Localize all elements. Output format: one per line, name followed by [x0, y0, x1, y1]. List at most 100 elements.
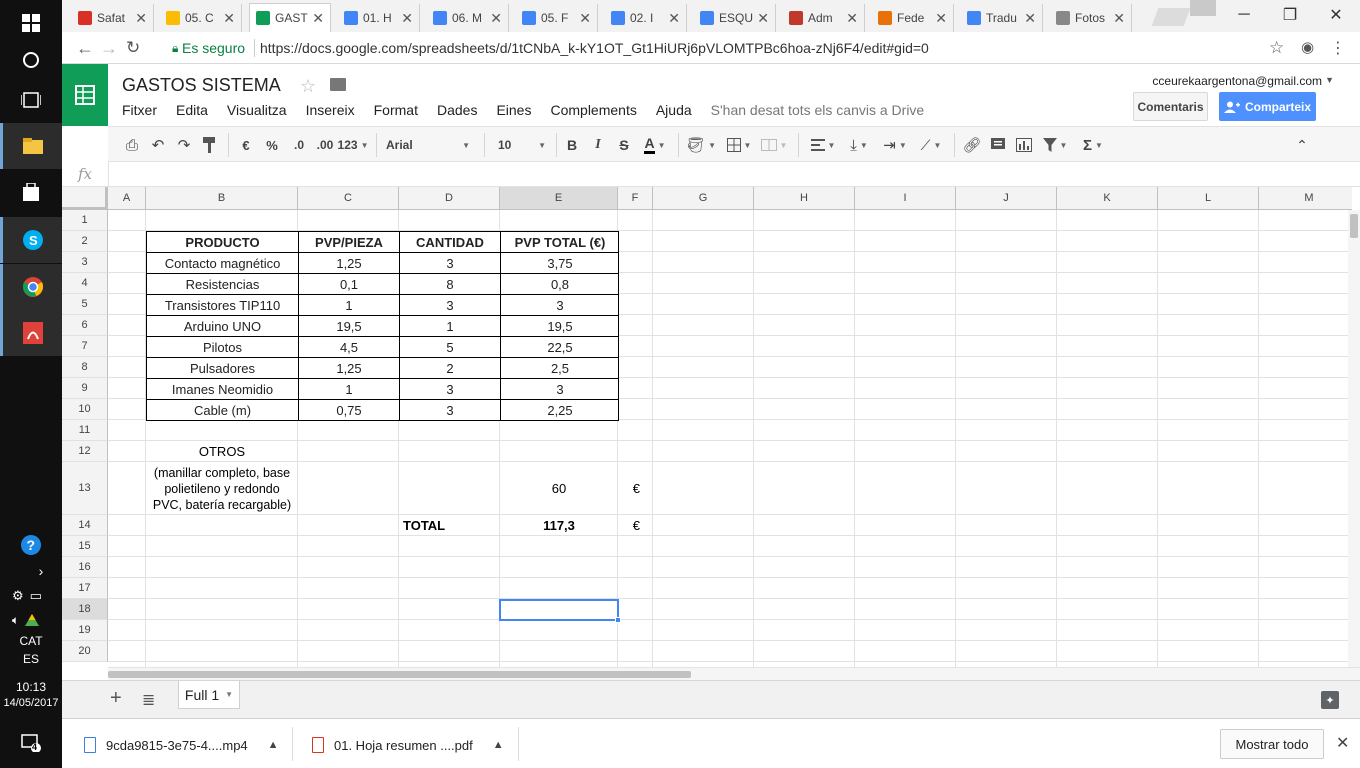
- tab-close-icon[interactable]: ✕: [935, 10, 947, 27]
- font-family-select[interactable]: Arial ▼: [386, 135, 470, 155]
- otros-description[interactable]: (manillar completo, base polietileno y r…: [146, 462, 298, 515]
- table-cell[interactable]: 2,5: [501, 358, 619, 379]
- menu-file[interactable]: Fitxer: [122, 102, 157, 120]
- star-icon[interactable]: ☆: [300, 76, 316, 97]
- column-header[interactable]: M: [1259, 187, 1352, 210]
- browser-tab[interactable]: Fotos ✕: [1050, 4, 1132, 32]
- row-header[interactable]: 18: [62, 599, 108, 620]
- omnibox[interactable]: 🔒︎ Es seguro https://docs.google.com/spr…: [170, 36, 1290, 60]
- insert-link-icon[interactable]: 🔗︎: [962, 135, 982, 155]
- row-header[interactable]: 15: [62, 536, 108, 557]
- table-cell[interactable]: 3,75: [501, 253, 619, 274]
- column-header[interactable]: G: [653, 187, 754, 210]
- tab-close-icon[interactable]: ✕: [1024, 10, 1036, 27]
- column-header[interactable]: C: [298, 187, 399, 210]
- table-cell[interactable]: 1: [299, 295, 400, 316]
- menu-data[interactable]: Dades: [437, 102, 477, 120]
- browser-tab[interactable]: GAST ✕: [249, 3, 331, 32]
- sheets-logo-icon[interactable]: [62, 64, 108, 126]
- undo-icon[interactable]: ↶: [148, 135, 168, 155]
- table-cell[interactable]: Arduino UNO: [147, 316, 299, 337]
- chevron-up-icon[interactable]: ▲: [268, 739, 279, 751]
- table-cell[interactable]: 1: [299, 379, 400, 400]
- download-item[interactable]: 9cda9815-3e75-4....mp4 ▲: [84, 733, 279, 757]
- menu-help[interactable]: Ajuda: [656, 102, 692, 120]
- explore-icon[interactable]: ✦: [1321, 691, 1339, 709]
- text-wrap-button[interactable]: ⇥ ▼: [880, 135, 910, 155]
- column-header[interactable]: B: [146, 187, 298, 210]
- acrobat-icon[interactable]: [0, 310, 62, 356]
- table-header-cell[interactable]: CANTIDAD: [400, 232, 501, 253]
- table-cell[interactable]: Imanes Neomidio: [147, 379, 299, 400]
- document-title[interactable]: GASTOS SISTEMA: [122, 75, 281, 96]
- row-header[interactable]: 11: [62, 420, 108, 441]
- column-header[interactable]: E: [500, 187, 618, 210]
- menu-tools[interactable]: Eines: [496, 102, 531, 120]
- merge-cells-button[interactable]: ▼: [758, 135, 790, 155]
- column-header[interactable]: A: [108, 187, 146, 210]
- file-explorer-icon[interactable]: [0, 123, 62, 169]
- table-cell[interactable]: 1: [400, 316, 501, 337]
- column-header[interactable]: L: [1158, 187, 1259, 210]
- spreadsheet-grid[interactable]: ABCDEFGHIJKLM 1 2 3 4 5 6 7 8 9 10 11 12 13 14 15 16 17 1…: [62, 187, 1352, 667]
- vertical-scrollbar[interactable]: [1348, 210, 1360, 668]
- table-header-cell[interactable]: PVP/PIEZA: [299, 232, 400, 253]
- table-cell[interactable]: 5: [400, 337, 501, 358]
- table-cell[interactable]: Cable (m): [147, 400, 299, 421]
- italic-button[interactable]: I: [590, 135, 606, 155]
- table-header-cell[interactable]: PRODUCTO: [147, 232, 299, 253]
- row-header[interactable]: 9: [62, 378, 108, 399]
- tab-close-icon[interactable]: ✕: [757, 10, 769, 27]
- tab-close-icon[interactable]: ✕: [1113, 10, 1125, 27]
- select-all-corner[interactable]: [62, 187, 108, 210]
- table-cell[interactable]: 3: [400, 253, 501, 274]
- horizontal-align-button[interactable]: ▼: [808, 135, 838, 155]
- table-header-cell[interactable]: PVP TOTAL (€): [501, 232, 619, 253]
- otros-title[interactable]: OTROS: [146, 441, 298, 462]
- chevron-up-icon[interactable]: ▲: [493, 739, 504, 751]
- paint-format-icon[interactable]: [200, 135, 220, 155]
- table-cell[interactable]: 0,1: [299, 274, 400, 295]
- close-downloads-icon[interactable]: ✕: [1336, 733, 1349, 753]
- menu-format[interactable]: Format: [374, 102, 418, 120]
- total-value-cell[interactable]: 117,3: [500, 515, 618, 536]
- row-header[interactable]: 12: [62, 441, 108, 462]
- table-cell[interactable]: Transistores TIP110: [147, 295, 299, 316]
- tab-close-icon[interactable]: ✕: [668, 10, 680, 27]
- table-cell[interactable]: Pilotos: [147, 337, 299, 358]
- table-cell[interactable]: 3: [501, 379, 619, 400]
- borders-button[interactable]: ▼: [724, 135, 754, 155]
- menu-addons[interactable]: Complements: [550, 102, 636, 120]
- functions-button[interactable]: Σ ▼: [1078, 135, 1108, 155]
- action-center-icon[interactable]: 4: [0, 720, 62, 766]
- table-cell[interactable]: 0,75: [299, 400, 400, 421]
- clock[interactable]: 10:13 14/05/2017: [0, 680, 62, 709]
- table-cell[interactable]: 19,5: [501, 316, 619, 337]
- insert-chart-icon[interactable]: [1014, 135, 1034, 155]
- font-size-select[interactable]: 10 ▼: [498, 135, 546, 155]
- table-cell[interactable]: 22,5: [501, 337, 619, 358]
- column-header[interactable]: H: [754, 187, 855, 210]
- horizontal-scrollbar-thumb[interactable]: [108, 671, 691, 678]
- row-header[interactable]: 16: [62, 557, 108, 578]
- tab-close-icon[interactable]: ✕: [401, 10, 413, 27]
- browser-tab[interactable]: Adm ✕: [783, 4, 865, 32]
- row-header[interactable]: 10: [62, 399, 108, 420]
- table-cell[interactable]: Contacto magnético: [147, 253, 299, 274]
- browser-tab[interactable]: ESQU ✕: [694, 4, 776, 32]
- add-sheet-icon[interactable]: +: [110, 687, 122, 710]
- task-view-icon[interactable]: [0, 77, 62, 123]
- table-cell[interactable]: 1,25: [299, 358, 400, 379]
- all-sheets-menu-icon[interactable]: ≣: [142, 690, 155, 710]
- row-header[interactable]: 7: [62, 336, 108, 357]
- row-header[interactable]: 8: [62, 357, 108, 378]
- table-cell[interactable]: Pulsadores: [147, 358, 299, 379]
- table-cell[interactable]: 0,8: [501, 274, 619, 295]
- skype-icon[interactable]: S: [0, 217, 62, 263]
- column-header[interactable]: K: [1057, 187, 1158, 210]
- reload-icon[interactable]: ↻: [126, 38, 140, 58]
- download-item[interactable]: 01. Hoja resumen ....pdf ▲: [312, 733, 504, 757]
- row-header[interactable]: 5: [62, 294, 108, 315]
- vertical-scrollbar-thumb[interactable]: [1350, 214, 1358, 238]
- column-header[interactable]: F: [618, 187, 653, 210]
